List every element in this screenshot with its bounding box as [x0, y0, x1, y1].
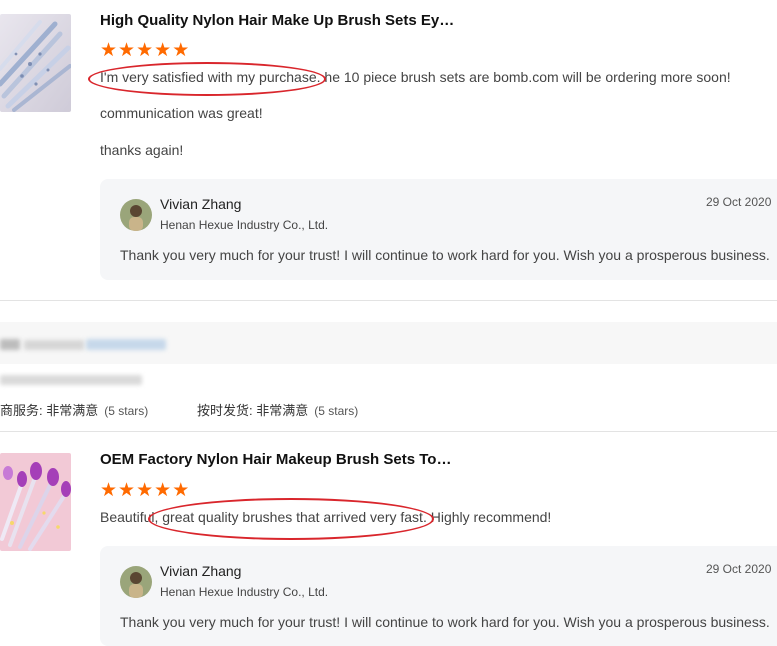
delivery-rating-label: 按时发货: 非常满意 [197, 403, 309, 418]
reply-text: Thank you very much for your trust! I wi… [120, 247, 770, 263]
reply-author-name: Vivian Zhang [160, 196, 242, 212]
star-icon: ★ [154, 479, 172, 501]
seller-reply: Vivian Zhang Henan Hexue Industry Co., L… [100, 546, 777, 646]
reviewer-country [86, 339, 166, 350]
review-text: thanks again! [100, 142, 184, 158]
star-icon: ★ [136, 39, 154, 61]
supplier-service-rating: 商服务: 非常满意 (5 stars) [0, 400, 148, 419]
star-icon: ★ [100, 479, 118, 501]
seller-reply: Vivian Zhang Henan Hexue Industry Co., L… [100, 179, 777, 280]
brush-set-image [0, 453, 71, 551]
review-text: I'm very satisfied with my purchase. he … [100, 69, 731, 85]
star-icon: ★ [172, 39, 190, 61]
reply-date: 29 Oct 2020 [706, 562, 772, 576]
service-rating-label: 商服务: 非常满意 [0, 403, 99, 418]
brush-set-image [0, 14, 71, 112]
delivery-rating-stars: (5 stars) [314, 404, 359, 418]
product-thumbnail[interactable] [0, 14, 71, 112]
product-title[interactable]: OEM Factory Nylon Hair Makeup Brush Sets… [100, 451, 451, 468]
star-icon: ★ [100, 39, 118, 61]
star-icon: ★ [136, 479, 154, 501]
reply-author-name: Vivian Zhang [160, 563, 242, 579]
reply-company: Henan Hexue Industry Co., Ltd. [160, 218, 329, 232]
reviewer-name [0, 339, 20, 350]
star-rating: ★ ★ ★ ★ ★ [100, 41, 189, 60]
product-thumbnail[interactable] [0, 453, 71, 551]
supplier-delivery-rating: 按时发货: 非常满意 (5 stars) [197, 400, 358, 419]
review-text: Beautiful, great quality brushes that ar… [100, 509, 552, 525]
star-icon: ★ [118, 39, 136, 61]
reply-date: 29 Oct 2020 [706, 195, 772, 209]
reply-text: Thank you very much for your trust! I wi… [120, 614, 770, 630]
avatar [120, 199, 152, 231]
star-icon: ★ [172, 479, 190, 501]
reply-company: Henan Hexue Industry Co., Ltd. [160, 585, 329, 599]
reviewer-name [24, 340, 84, 350]
review-text: communication was great! [100, 105, 263, 121]
avatar [120, 566, 152, 598]
star-icon: ★ [118, 479, 136, 501]
star-rating: ★ ★ ★ ★ ★ [100, 481, 189, 500]
product-title[interactable]: High Quality Nylon Hair Make Up Brush Se… [100, 12, 454, 29]
service-rating-stars: (5 stars) [104, 404, 149, 418]
divider [0, 431, 777, 432]
reviewer-meta [0, 375, 142, 385]
divider [0, 300, 777, 301]
star-icon: ★ [154, 39, 172, 61]
